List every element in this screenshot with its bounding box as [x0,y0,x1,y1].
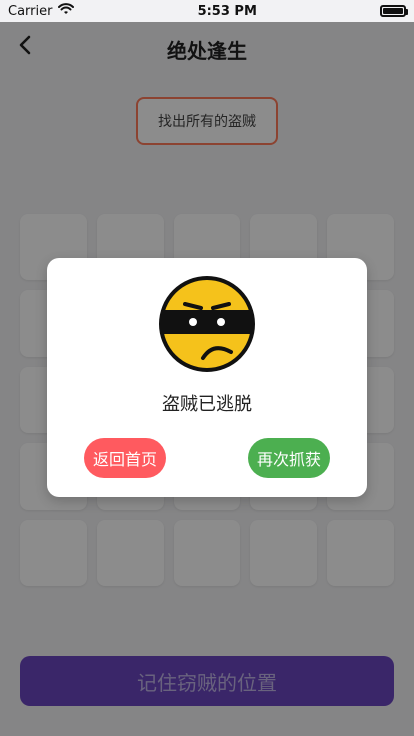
catch-again-label: 再次抓获 [256,450,321,469]
masked-thief-emoji-icon [157,274,257,374]
return-home-button[interactable]: 返回首页 [84,438,166,478]
return-home-label: 返回首页 [92,450,157,469]
escape-modal: 盗贼已逃脱 返回首页 再次抓获 [47,258,367,497]
wifi-icon [58,3,75,19]
status-time: 5:53 PM [197,3,257,19]
catch-again-button[interactable]: 再次抓获 [248,438,330,478]
carrier-label: Carrier [8,3,53,19]
battery-icon [379,5,408,17]
status-bar: Carrier 5:53 PM [0,0,414,22]
modal-message: 盗贼已逃脱 [162,394,252,415]
status-left: Carrier [0,3,75,19]
